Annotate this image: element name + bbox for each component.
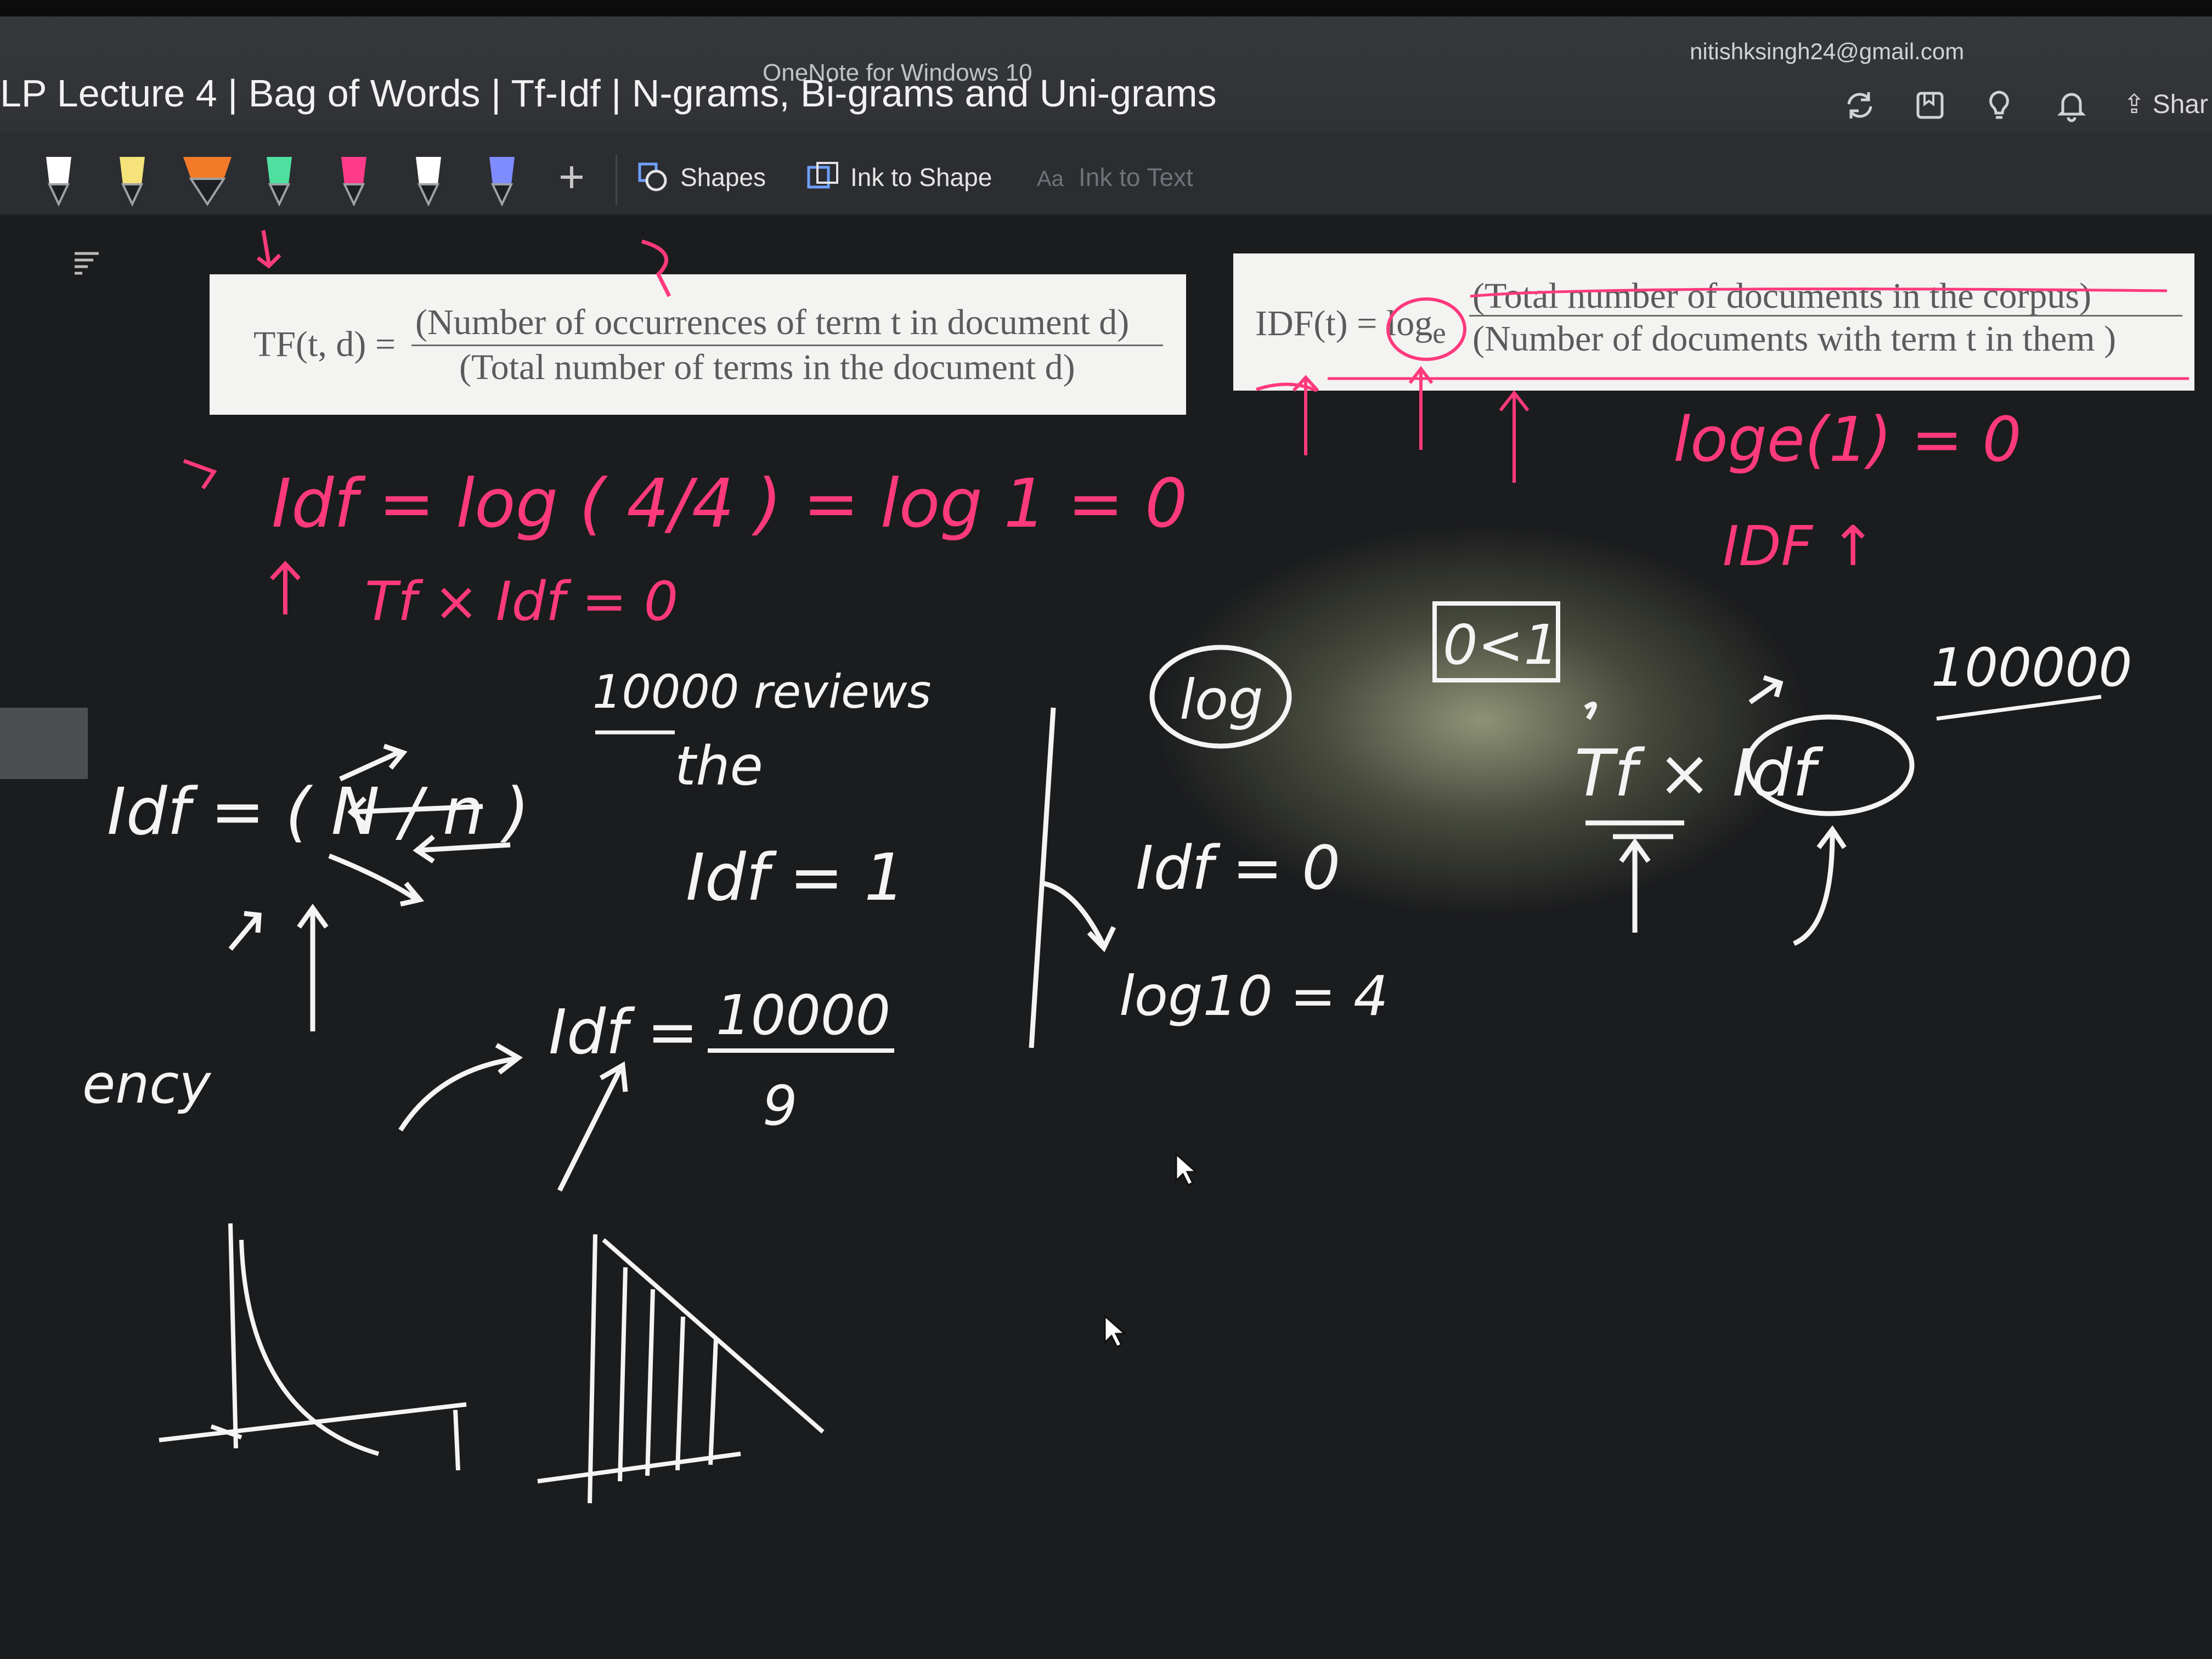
histogram-sketch <box>537 1234 825 1504</box>
white-the: the <box>675 735 763 798</box>
mouse-cursor-icon-2 <box>1104 1314 1127 1348</box>
white-idf-fraction-lhs: Idf = <box>549 997 698 1068</box>
white-idf-equals-one: Idf = 1 <box>686 839 905 915</box>
white-boxed-inequality: 0<1 <box>1443 613 1559 677</box>
white-idf-fraction-den: 9 <box>763 1074 798 1138</box>
white-log10: log10 = 4 <box>1119 964 1389 1028</box>
white-idf-fraction-num: 10000 <box>716 983 890 1047</box>
pink-tf-idf-zero: Tf × Idf = 0 <box>365 571 678 633</box>
white-log-circled: log <box>1180 668 1263 732</box>
ink-layer: Idf = log ( 4/4 ) = log 1 = 0 Tf × Idf =… <box>82 230 2189 1504</box>
decay-curve-sketch <box>159 1223 467 1471</box>
white-hundred-thousand: 100000 <box>1931 637 2132 698</box>
white-tf-times-idf: Tf × Idf <box>1575 735 1824 811</box>
white-ency: ency <box>82 1053 212 1116</box>
white-idf-equals-zero: Idf = 0 <box>1136 833 1340 903</box>
pink-idf-log-equation: Idf = log ( 4/4 ) = log 1 = 0 <box>272 465 1188 543</box>
mouse-cursor-icon <box>1175 1152 1198 1187</box>
white-idf-ratio: Idf = ( N / n ) <box>107 774 529 849</box>
white-reviews: 10000 reviews <box>592 665 931 719</box>
pink-loge-one: loge(1) = 0 <box>1673 404 2022 476</box>
pink-idf-up: IDF ↑ <box>1723 514 1876 578</box>
